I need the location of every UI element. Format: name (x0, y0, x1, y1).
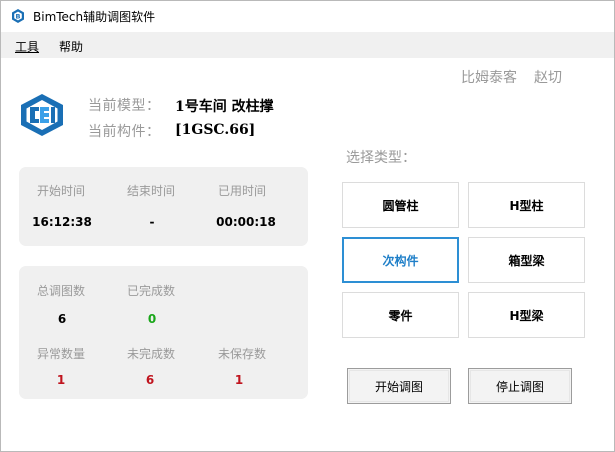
abnormal-count-value: 1 (56, 373, 66, 387)
credit-company: 比姆泰客 (461, 70, 517, 86)
stats-panel: 总调图数 已完成数 6 0 异常数量 未完成数 未保存数 1 6 1 (19, 266, 308, 399)
type-select-label: 选择类型： (346, 150, 416, 166)
title-bar[interactable]: B BimTech辅助调图软件 (1, 1, 614, 31)
app-window: B BimTech辅助调图软件 工具 帮助 比姆泰客 赵切 当前模型： 1号车间… (0, 0, 615, 452)
bimtech-logo-icon (21, 94, 63, 136)
type-option-box-beam[interactable]: 箱型梁 (468, 237, 585, 283)
unsaved-count-label: 未保存数 (218, 347, 267, 361)
svg-text:B: B (16, 13, 21, 21)
stop-button[interactable]: 停止调图 (468, 368, 572, 404)
window-title: BimTech辅助调图软件 (33, 10, 156, 24)
component-label: 当前构件： (88, 124, 161, 140)
start-time-value: 16:12:38 (32, 215, 92, 229)
app-logo-icon: B (12, 9, 24, 23)
incomplete-count-label: 未完成数 (127, 347, 176, 361)
incomplete-count-value: 6 (145, 373, 155, 387)
model-label: 当前模型： (88, 98, 161, 114)
start-button[interactable]: 开始调图 (347, 368, 451, 404)
type-option-h-beam[interactable]: H型梁 (468, 292, 585, 338)
elapsed-time-value: 00:00:18 (216, 215, 276, 229)
component-value: [1GSC.66] (175, 122, 256, 138)
menu-tools-label: 工具 (15, 40, 40, 54)
completed-count-label: 已完成数 (127, 284, 176, 298)
type-option-secondary-member[interactable]: 次构件 (342, 237, 459, 283)
menu-tools[interactable]: 工具 (15, 38, 39, 55)
menu-bar: 工具 帮助 (1, 32, 614, 58)
end-time-label: 结束时间 (127, 184, 176, 198)
timing-panel: 开始时间 结束时间 已用时间 16:12:38 - 00:00:18 (19, 167, 308, 246)
total-count-label: 总调图数 (37, 284, 86, 298)
completed-count-value: 0 (147, 312, 157, 326)
elapsed-time-label: 已用时间 (218, 184, 267, 198)
total-count-value: 6 (57, 312, 67, 326)
menu-help[interactable]: 帮助 (59, 38, 83, 55)
model-value: 1号车间 改柱撑 (175, 99, 274, 115)
type-option-part[interactable]: 零件 (342, 292, 459, 338)
unsaved-count-value: 1 (234, 373, 244, 387)
abnormal-count-label: 异常数量 (37, 347, 86, 361)
start-time-label: 开始时间 (37, 184, 86, 198)
type-option-h-column[interactable]: H型柱 (468, 182, 585, 228)
credit-author: 赵切 (534, 70, 562, 86)
type-option-round-tube-column[interactable]: 圆管柱 (342, 182, 459, 228)
end-time-value: - (149, 215, 155, 229)
